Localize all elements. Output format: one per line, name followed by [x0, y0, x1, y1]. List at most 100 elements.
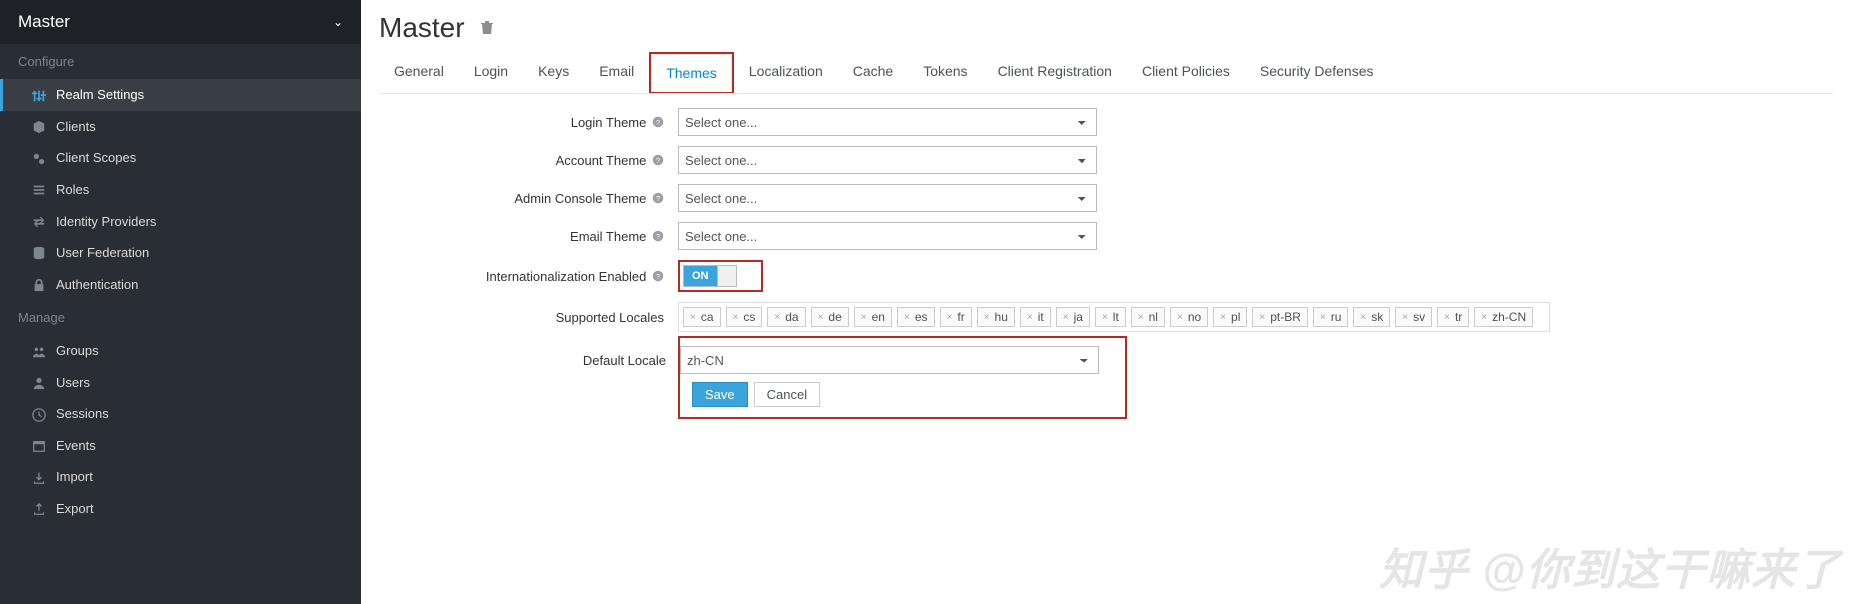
- remove-icon[interactable]: ×: [947, 312, 953, 323]
- import-icon: [28, 469, 50, 485]
- remove-icon[interactable]: ×: [1027, 312, 1033, 323]
- toggle-knob: [717, 266, 736, 286]
- locale-tag[interactable]: ×tr: [1437, 307, 1469, 327]
- locale-tag[interactable]: ×pt-BR: [1252, 307, 1308, 327]
- intl-toggle[interactable]: ON: [683, 265, 737, 287]
- nav-label: Client Scopes: [56, 150, 136, 165]
- remove-icon[interactable]: ×: [984, 312, 990, 323]
- tab-security-defenses[interactable]: Security Defenses: [1245, 52, 1389, 93]
- delete-realm-button[interactable]: [479, 19, 495, 38]
- remove-icon[interactable]: ×: [1402, 312, 1408, 323]
- exchange-icon: [28, 213, 50, 229]
- section-configure: Configure: [0, 44, 361, 79]
- remove-icon[interactable]: ×: [1220, 312, 1226, 323]
- locale-tag[interactable]: ×no: [1170, 307, 1208, 327]
- locale-tag[interactable]: ×pl: [1213, 307, 1247, 327]
- label-account-theme: Account Theme ?: [379, 153, 678, 168]
- remove-icon[interactable]: ×: [1320, 312, 1326, 323]
- remove-icon[interactable]: ×: [733, 312, 739, 323]
- sidebar-item-authentication[interactable]: Authentication: [0, 268, 361, 300]
- supported-locales-input[interactable]: ×ca×cs×da×de×en×es×fr×hu×it×ja×lt×nl×no×…: [678, 302, 1550, 332]
- sidebar-item-import[interactable]: Import: [0, 461, 361, 493]
- nav-label: Roles: [56, 182, 89, 197]
- tab-tokens[interactable]: Tokens: [908, 52, 982, 93]
- tab-localization[interactable]: Localization: [734, 52, 838, 93]
- locale-code: da: [785, 310, 798, 324]
- sidebar-item-users[interactable]: Users: [0, 367, 361, 399]
- sidebar-item-groups[interactable]: Groups: [0, 335, 361, 367]
- remove-icon[interactable]: ×: [1360, 312, 1366, 323]
- remove-icon[interactable]: ×: [1177, 312, 1183, 323]
- remove-icon[interactable]: ×: [818, 312, 824, 323]
- tab-login[interactable]: Login: [459, 52, 523, 93]
- remove-icon[interactable]: ×: [1259, 312, 1265, 323]
- chevron-down-icon: ⌄: [333, 15, 343, 29]
- default-locale-select[interactable]: zh-CN: [680, 346, 1099, 374]
- help-icon[interactable]: ?: [652, 118, 664, 130]
- locale-tag[interactable]: ×lt: [1095, 307, 1126, 327]
- locale-tag[interactable]: ×cs: [726, 307, 763, 327]
- locale-tag[interactable]: ×fr: [940, 307, 972, 327]
- list-icon: [28, 182, 50, 198]
- locale-tag[interactable]: × de: [811, 307, 849, 327]
- remove-icon[interactable]: ×: [1138, 312, 1144, 323]
- section-manage: Manage: [0, 300, 361, 335]
- sidebar-item-roles[interactable]: Roles: [0, 174, 361, 206]
- sidebar-item-sessions[interactable]: Sessions: [0, 398, 361, 430]
- locale-tag[interactable]: ×en: [854, 307, 892, 327]
- locale-tag[interactable]: ×sv: [1395, 307, 1432, 327]
- locale-tag[interactable]: ×ca: [683, 307, 721, 327]
- sidebar-item-export[interactable]: Export: [0, 493, 361, 525]
- sidebar-item-identity-providers[interactable]: Identity Providers: [0, 205, 361, 237]
- locale-tag[interactable]: ×ja: [1056, 307, 1090, 327]
- email-theme-select[interactable]: Select one...: [678, 222, 1097, 250]
- sidebar-item-events[interactable]: Events: [0, 430, 361, 462]
- locale-tag[interactable]: ×it: [1020, 307, 1051, 327]
- locale-tag[interactable]: × sk: [1353, 307, 1390, 327]
- highlight-themes-tab: Themes: [649, 52, 734, 93]
- tab-general[interactable]: General: [379, 52, 459, 93]
- help-icon[interactable]: ?: [652, 272, 664, 284]
- login-theme-select[interactable]: Select one...: [678, 108, 1097, 136]
- locale-tag[interactable]: × da: [767, 307, 805, 327]
- tab-client-policies[interactable]: Client Policies: [1127, 52, 1245, 93]
- sidebar-item-client-scopes[interactable]: Client Scopes: [0, 142, 361, 174]
- tab-cache[interactable]: Cache: [838, 52, 908, 93]
- sidebar-item-clients[interactable]: Clients: [0, 111, 361, 143]
- tab-client-registration[interactable]: Client Registration: [983, 52, 1127, 93]
- scopes-icon: [28, 150, 50, 166]
- remove-icon[interactable]: ×: [1481, 312, 1487, 323]
- realm-name: Master: [18, 12, 70, 32]
- sidebar-item-user-federation[interactable]: User Federation: [0, 237, 361, 269]
- locale-tag[interactable]: ×zh-CN: [1474, 307, 1533, 327]
- tab-keys[interactable]: Keys: [523, 52, 584, 93]
- sidebar-item-realm-settings[interactable]: Realm Settings: [0, 79, 361, 111]
- save-button[interactable]: Save: [692, 382, 748, 407]
- remove-icon[interactable]: ×: [861, 312, 867, 323]
- locale-tag[interactable]: ×nl: [1131, 307, 1165, 327]
- locale-tag[interactable]: ×hu: [977, 307, 1015, 327]
- nav-label: Events: [56, 438, 96, 453]
- remove-icon[interactable]: ×: [904, 312, 910, 323]
- cancel-button[interactable]: Cancel: [754, 382, 820, 407]
- remove-icon[interactable]: ×: [690, 312, 696, 323]
- label-email-theme: Email Theme ?: [379, 229, 678, 244]
- locale-code: sk: [1371, 310, 1383, 324]
- tab-email[interactable]: Email: [584, 52, 649, 93]
- nav-label: Identity Providers: [56, 214, 156, 229]
- realm-selector[interactable]: Master ⌄: [0, 0, 361, 44]
- remove-icon[interactable]: ×: [1444, 312, 1450, 323]
- locale-tag[interactable]: × ru: [1313, 307, 1349, 327]
- locale-code: ru: [1331, 310, 1342, 324]
- remove-icon[interactable]: ×: [1063, 312, 1069, 323]
- locale-tag[interactable]: ×es: [897, 307, 935, 327]
- admin-theme-select[interactable]: Select one...: [678, 184, 1097, 212]
- help-icon[interactable]: ?: [652, 156, 664, 168]
- help-icon[interactable]: ?: [652, 194, 664, 206]
- locale-code: de: [828, 310, 841, 324]
- remove-icon[interactable]: ×: [774, 312, 780, 323]
- help-icon[interactable]: ?: [652, 232, 664, 244]
- remove-icon[interactable]: ×: [1102, 312, 1108, 323]
- account-theme-select[interactable]: Select one...: [678, 146, 1097, 174]
- tab-themes[interactable]: Themes: [651, 54, 732, 92]
